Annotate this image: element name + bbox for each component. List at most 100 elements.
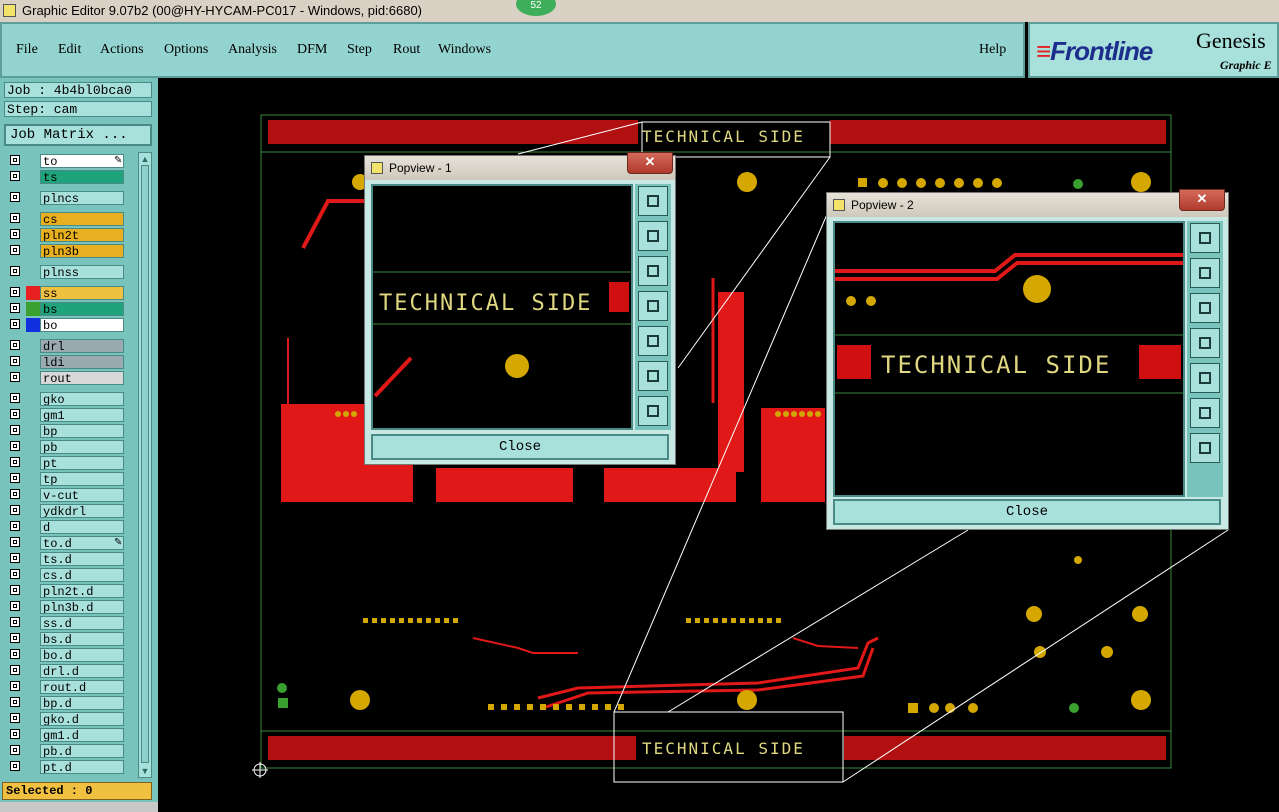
layer-checkbox[interactable]: [10, 537, 20, 547]
layer-name[interactable]: pln3b.d: [40, 600, 124, 614]
pan-down-icon[interactable]: [638, 256, 668, 286]
popview-2-close-icon[interactable]: ✕: [1179, 189, 1225, 211]
popview-1-view[interactable]: TECHNICAL SIDE: [371, 184, 633, 430]
layer-row-to-d[interactable]: to.d ✎: [6, 536, 128, 550]
layer-row-bo[interactable]: bo: [6, 318, 128, 332]
layer-name[interactable]: ldi: [40, 355, 124, 369]
layer-checkbox[interactable]: [10, 266, 20, 276]
layer-row-v-cut[interactable]: v-cut: [6, 488, 128, 502]
layer-name[interactable]: ts: [40, 170, 124, 184]
layer-checkbox[interactable]: [10, 761, 20, 771]
layer-checkbox[interactable]: [10, 569, 20, 579]
layer-checkbox[interactable]: [10, 617, 20, 627]
layer-name[interactable]: bs: [40, 302, 124, 316]
layer-name[interactable]: bp: [40, 424, 124, 438]
layer-name[interactable]: tp: [40, 472, 124, 486]
layer-name[interactable]: gm1.d: [40, 728, 124, 742]
layer-row-drl[interactable]: drl: [6, 339, 128, 353]
layer-name[interactable]: to: [40, 154, 124, 168]
layer-checkbox[interactable]: [10, 601, 20, 611]
menu-dfm[interactable]: DFM: [297, 42, 327, 58]
layer-name[interactable]: rout.d: [40, 680, 124, 694]
layer-row-ts-d[interactable]: ts.d: [6, 552, 128, 566]
layer-name[interactable]: drl: [40, 339, 124, 353]
layer-name[interactable]: drl.d: [40, 664, 124, 678]
layer-row-bs-d[interactable]: bs.d: [6, 632, 128, 646]
layer-row-plncs[interactable]: plncs: [6, 191, 128, 205]
layer-name[interactable]: bp.d: [40, 696, 124, 710]
layer-row-d[interactable]: d: [6, 520, 128, 534]
layer-color-swatch[interactable]: [26, 286, 40, 300]
layer-name[interactable]: gm1: [40, 408, 124, 422]
layer-row-pln2t[interactable]: pln2t: [6, 228, 128, 242]
layer-name[interactable]: pln2t.d: [40, 584, 124, 598]
layer-name[interactable]: v-cut: [40, 488, 124, 502]
layer-checkbox[interactable]: [10, 713, 20, 723]
menu-file[interactable]: File: [16, 42, 38, 58]
layer-name[interactable]: pt: [40, 456, 124, 470]
layer-checkbox[interactable]: [10, 287, 20, 297]
layer-row-gm1-d[interactable]: gm1.d: [6, 728, 128, 742]
layer-color-swatch[interactable]: [26, 318, 40, 332]
layer-row-rout-d[interactable]: rout.d: [6, 680, 128, 694]
layer-name[interactable]: cs.d: [40, 568, 124, 582]
pan-right-icon[interactable]: [1190, 363, 1220, 393]
layer-row-pln3b[interactable]: pln3b: [6, 244, 128, 258]
zoom-out-icon[interactable]: [638, 396, 668, 426]
zoom-fit-icon[interactable]: [638, 186, 668, 216]
layer-checkbox[interactable]: [10, 681, 20, 691]
layer-row-bp[interactable]: bp: [6, 424, 128, 438]
job-matrix-button[interactable]: Job Matrix ...: [4, 124, 152, 146]
layer-name[interactable]: gko: [40, 392, 124, 406]
layer-row-ydkdrl[interactable]: ydkdrl: [6, 504, 128, 518]
layer-checkbox[interactable]: [10, 473, 20, 483]
layer-checkbox[interactable]: [10, 425, 20, 435]
layer-checkbox[interactable]: [10, 553, 20, 563]
zoom-out-icon[interactable]: [1190, 433, 1220, 463]
layer-row-rout[interactable]: rout: [6, 371, 128, 385]
menu-help[interactable]: Help: [979, 42, 1006, 58]
layer-checkbox[interactable]: [10, 393, 20, 403]
layer-checkbox[interactable]: [10, 319, 20, 329]
layer-checkbox[interactable]: [10, 213, 20, 223]
layer-row-cs[interactable]: cs: [6, 212, 128, 226]
menu-actions[interactable]: Actions: [100, 42, 144, 58]
layer-checkbox[interactable]: [10, 649, 20, 659]
popview-2-titlebar[interactable]: Popview - 2: [827, 193, 1228, 217]
layer-row-plnss[interactable]: plnss: [6, 265, 128, 279]
layer-name[interactable]: to.d: [40, 536, 124, 550]
layer-row-bp-d[interactable]: bp.d: [6, 696, 128, 710]
layer-checkbox[interactable]: [10, 521, 20, 531]
layer-name[interactable]: pln2t: [40, 228, 124, 242]
layer-checkbox[interactable]: [10, 489, 20, 499]
layer-row-ts[interactable]: ts: [6, 170, 128, 184]
menu-options[interactable]: Options: [164, 42, 208, 58]
layer-checkbox[interactable]: [10, 585, 20, 595]
layer-row-gm1[interactable]: gm1: [6, 408, 128, 422]
layer-name[interactable]: d: [40, 520, 124, 534]
layer-row-pln2t-d[interactable]: pln2t.d: [6, 584, 128, 598]
layer-row-pt-d[interactable]: pt.d: [6, 760, 128, 774]
layer-checkbox[interactable]: [10, 729, 20, 739]
menu-step[interactable]: Step: [347, 42, 372, 58]
layer-checkbox[interactable]: [10, 303, 20, 313]
zoom-in-icon[interactable]: [638, 361, 668, 391]
layer-scrollbar[interactable]: ▲ ▼: [138, 152, 152, 778]
popview-1-close-icon[interactable]: ✕: [627, 152, 673, 174]
pan-right-icon[interactable]: [638, 326, 668, 356]
pan-left-icon[interactable]: [1190, 328, 1220, 358]
layer-color-swatch[interactable]: [26, 302, 40, 316]
popview-2-close-button[interactable]: Close: [833, 499, 1221, 525]
layer-row-pt[interactable]: pt: [6, 456, 128, 470]
zoom-fit-icon[interactable]: [1190, 223, 1220, 253]
layer-name[interactable]: ss: [40, 286, 124, 300]
menu-edit[interactable]: Edit: [58, 42, 81, 58]
layer-row-ss-d[interactable]: ss.d: [6, 616, 128, 630]
zoom-in-icon[interactable]: [1190, 398, 1220, 428]
layer-row-cs-d[interactable]: cs.d: [6, 568, 128, 582]
layer-row-pb-d[interactable]: pb.d: [6, 744, 128, 758]
layer-checkbox[interactable]: [10, 245, 20, 255]
layer-checkbox[interactable]: [10, 505, 20, 515]
layer-checkbox[interactable]: [10, 171, 20, 181]
layer-row-tp[interactable]: tp: [6, 472, 128, 486]
